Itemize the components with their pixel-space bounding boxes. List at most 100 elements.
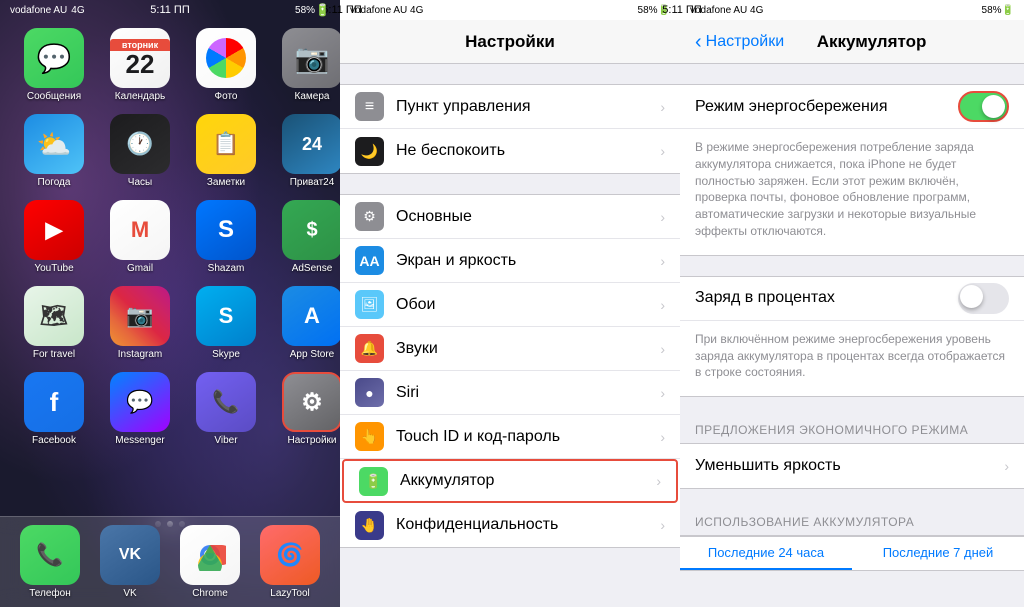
app-settings-label: Настройки xyxy=(287,435,336,446)
app-viber[interactable]: 📞 Viber xyxy=(190,372,262,446)
app-messages-icon: 💬 xyxy=(24,28,84,88)
economy-section-header: ПРЕДЛОЖЕНИЯ ЭКОНОМИЧНОГО РЕЖИМА xyxy=(680,417,1024,443)
app-privat24[interactable]: 24 Приват24 xyxy=(276,114,340,188)
tab-7days[interactable]: Последние 7 дней xyxy=(852,537,1024,570)
app-gmail-icon: M xyxy=(110,200,170,260)
app-youtube[interactable]: ▶ YouTube xyxy=(18,200,90,274)
app-photos[interactable]: Фото xyxy=(190,28,262,102)
display-chevron-icon: › xyxy=(660,253,665,269)
touchid-label: Touch ID и код-пароль xyxy=(396,428,660,446)
app-messages[interactable]: 💬 Сообщения xyxy=(18,28,90,102)
app-shazam-label: Shazam xyxy=(208,263,245,274)
app-camera[interactable]: 📷 Камера xyxy=(276,28,340,102)
settings-panel: vodafone AU 4G 5:11 ПП 58% 🔋 Настройки ≡… xyxy=(340,0,680,607)
battery-chevron-icon: › xyxy=(656,473,661,489)
siri-label: Siri xyxy=(396,384,660,402)
carrier-home: vodafone AU xyxy=(10,5,67,16)
app-fortravel-icon: 🗺 xyxy=(24,286,84,346)
app-clock-icon: 🕐 xyxy=(110,114,170,174)
power-save-toggle[interactable] xyxy=(958,91,1009,122)
settings-row-wallpaper[interactable]: 🖼 Обои › xyxy=(340,283,680,327)
app-notes-label: Заметки xyxy=(207,177,245,188)
settings-row-battery[interactable]: 🔋 Аккумулятор › xyxy=(342,459,678,503)
settings-row-general[interactable]: ⚙ Основные › xyxy=(340,195,680,239)
tab-24h[interactable]: Последние 24 часа xyxy=(680,537,852,570)
app-camera-icon: 📷 xyxy=(282,28,340,88)
app-skype[interactable]: S Skype xyxy=(190,286,262,360)
settings-section-2: ⚙ Основные › AA Экран и яркость › 🖼 Обои… xyxy=(340,194,680,548)
app-camera-label: Камера xyxy=(295,91,330,102)
touchid-icon: 👆 xyxy=(355,422,384,451)
app-youtube-icon: ▶ xyxy=(24,200,84,260)
battery-icon-panel: 🔋 xyxy=(1002,5,1014,16)
settings-row-siri[interactable]: ● Siri › xyxy=(340,371,680,415)
back-label: Настройки xyxy=(706,33,784,51)
dock-vk[interactable]: VK VK xyxy=(100,525,160,599)
settings-row-dnd[interactable]: 🌙 Не беспокоить › xyxy=(340,129,680,173)
battery-home: 58% xyxy=(295,5,315,16)
cal-day: 22 xyxy=(126,51,155,77)
dock-lazytool-icon: 🌀 xyxy=(260,525,320,585)
brightness-label: Уменьшить яркость xyxy=(695,457,1004,475)
dock-lazytool[interactable]: 🌀 LazyTool xyxy=(260,525,320,599)
app-messenger[interactable]: 💬 Messenger xyxy=(104,372,176,446)
app-notes[interactable]: 📋 Заметки xyxy=(190,114,262,188)
dock: 📞 Телефон VK VK Chrome 🌀 LazyTool xyxy=(0,516,340,607)
brightness-row[interactable]: Уменьшить яркость › xyxy=(680,444,1024,488)
siri-chevron-icon: › xyxy=(660,385,665,401)
app-facebook-icon: f xyxy=(24,372,84,432)
app-settings[interactable]: ⚙ Настройки xyxy=(276,372,340,446)
app-shazam[interactable]: S Shazam xyxy=(190,200,262,274)
app-privat24-icon: 24 xyxy=(282,114,340,174)
app-messenger-icon: 💬 xyxy=(110,372,170,432)
app-fortravel-label: For travel xyxy=(33,349,75,360)
app-viber-label: Viber xyxy=(214,435,237,446)
economy-section: ПРЕДЛОЖЕНИЯ ЭКОНОМИЧНОГО РЕЖИМА Уменьшит… xyxy=(680,417,1024,489)
settings-row-privacy[interactable]: 🤚 Конфиденциальность › xyxy=(340,503,680,547)
usage-section: ИСПОЛЬЗОВАНИЕ АККУМУЛЯТОРА Последние 24 … xyxy=(680,509,1024,571)
settings-row-display[interactable]: AA Экран и яркость › xyxy=(340,239,680,283)
status-bar-battery: vodafone AU 4G 5:11 ПП 58% 🔋 xyxy=(680,0,1024,20)
app-gmail[interactable]: M Gmail xyxy=(104,200,176,274)
general-label: Основные xyxy=(396,208,660,226)
siri-icon: ● xyxy=(355,378,384,407)
app-weather-label: Погода xyxy=(38,177,71,188)
app-facebook[interactable]: f Facebook xyxy=(18,372,90,446)
app-clock[interactable]: 🕐 Часы xyxy=(104,114,176,188)
charge-percent-toggle[interactable] xyxy=(958,283,1009,314)
wallpaper-chevron-icon: › xyxy=(660,297,665,313)
dock-chrome-label: Chrome xyxy=(192,588,228,599)
app-calendar[interactable]: вторник 22 Календарь xyxy=(104,28,176,102)
dock-phone[interactable]: 📞 Телефон xyxy=(20,525,80,599)
privacy-icon: 🤚 xyxy=(355,511,384,540)
status-bar-home: vodafone AU 4G 5:11 ПП 58% 🔋 xyxy=(0,0,340,20)
app-calendar-label: Календарь xyxy=(115,91,165,102)
app-weather[interactable]: ⛅ Погода xyxy=(18,114,90,188)
battery-detail-content: Режим энергосбережения В режиме энергосб… xyxy=(680,64,1024,607)
app-adsense-label: AdSense xyxy=(292,263,333,274)
dock-phone-label: Телефон xyxy=(29,588,70,599)
dock-chrome[interactable]: Chrome xyxy=(180,525,240,599)
network-home: 4G xyxy=(71,5,84,16)
app-fortravel[interactable]: 🗺 For travel xyxy=(18,286,90,360)
power-save-group: Режим энергосбережения В режиме энергосб… xyxy=(680,84,1024,256)
settings-group-2: ⚙ Основные › AA Экран и яркость › 🖼 Обои… xyxy=(340,194,680,548)
back-button[interactable]: ‹ Настройки xyxy=(695,32,784,52)
dnd-chevron-icon: › xyxy=(660,143,665,159)
usage-tabs: Последние 24 часа Последние 7 дней xyxy=(680,536,1024,570)
settings-nav-bar: Настройки xyxy=(340,20,680,64)
settings-row-control[interactable]: ≡ Пункт управления › xyxy=(340,85,680,129)
app-instagram[interactable]: 📷 Instagram xyxy=(104,286,176,360)
display-icon: AA xyxy=(355,246,384,275)
control-icon: ≡ xyxy=(355,92,384,121)
settings-row-touchid[interactable]: 👆 Touch ID и код-пароль › xyxy=(340,415,680,459)
battery-list-icon: 🔋 xyxy=(359,467,388,496)
settings-row-sounds[interactable]: 🔔 Звуки › xyxy=(340,327,680,371)
app-adsense-icon: $ xyxy=(282,200,340,260)
app-appstore-label: App Store xyxy=(290,349,334,360)
battery-list-label: Аккумулятор xyxy=(400,472,656,490)
settings-section-1: ≡ Пункт управления › 🌙 Не беспокоить › xyxy=(340,84,680,174)
usage-tabs-group: Последние 24 часа Последние 7 дней xyxy=(680,535,1024,571)
app-appstore[interactable]: A App Store xyxy=(276,286,340,360)
app-adsense[interactable]: $ AdSense xyxy=(276,200,340,274)
